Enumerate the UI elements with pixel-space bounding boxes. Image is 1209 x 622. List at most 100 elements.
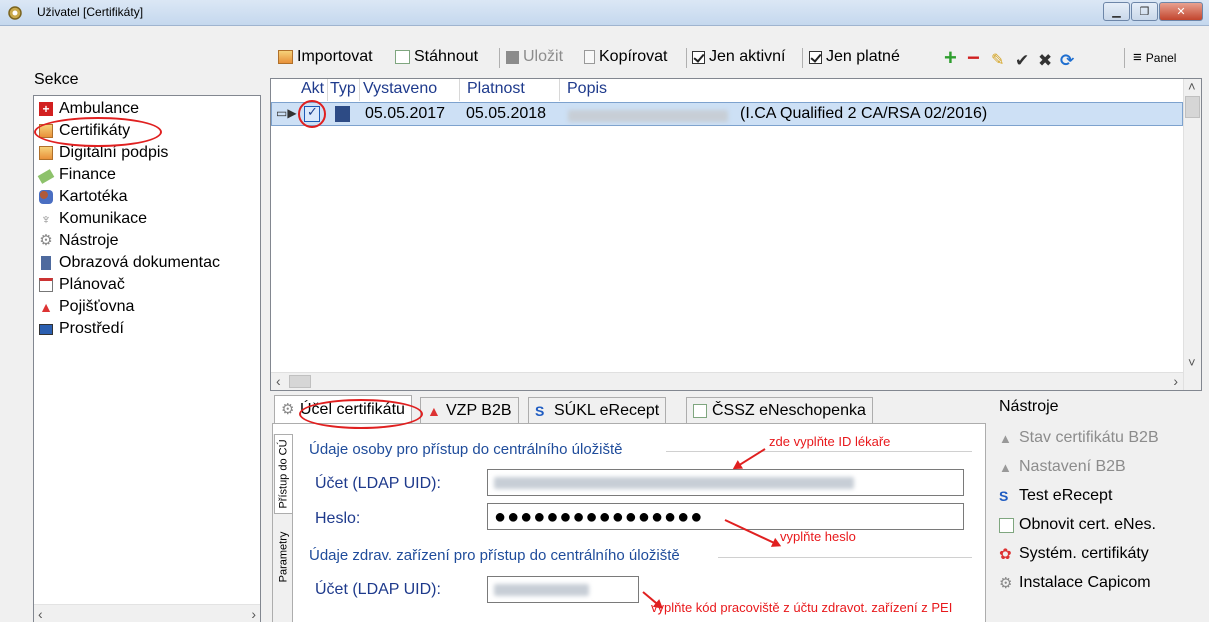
sidebar-item-label: Kartotéka xyxy=(59,188,128,205)
column-separator xyxy=(559,79,560,101)
column-separator xyxy=(459,79,460,101)
tool-instalace-capicom[interactable]: ⚙ Instalace Capicom xyxy=(999,574,1151,592)
grid-vertical-scrollbar[interactable]: ˄ ˅ xyxy=(1183,79,1201,390)
column-header-popis[interactable]: Popis xyxy=(567,80,607,98)
table-row[interactable]: ▭▶ ✓ 05.05.2017 05.05.2018 (I.CA Qualifi… xyxy=(271,102,1183,126)
ribbon-icon: ✿ xyxy=(999,545,1012,563)
sidebar-scrollbar[interactable]: ‹ › xyxy=(34,604,260,622)
restore-button[interactable]: ❐ xyxy=(1131,2,1158,21)
confirm-check-icon[interactable]: ✔ xyxy=(1015,51,1029,70)
section-title-facility: Údaje zdrav. zařízení pro přístup do cen… xyxy=(309,547,680,564)
password-field[interactable]: ●●●●●●●●●●●●●●●● xyxy=(487,503,964,530)
vtab-label: Parametry xyxy=(277,531,289,583)
vzp-icon: ▲ xyxy=(999,459,1012,475)
scroll-down-icon[interactable]: ˅ xyxy=(1188,355,1196,370)
remove-icon[interactable]: − xyxy=(967,47,980,69)
password-label: Heslo: xyxy=(315,510,361,527)
scroll-right-icon[interactable]: › xyxy=(251,606,256,622)
scroll-up-icon[interactable]: ˄ xyxy=(1188,79,1196,94)
checkbox-checked-icon xyxy=(809,50,822,64)
tool-stav-certifikatu-b2b[interactable]: ▲ Stav certifikátu B2B xyxy=(999,429,1159,447)
grid-header: Akt Typ Vystaveno Platnost Popis xyxy=(271,79,1183,101)
edit-pencil-icon[interactable]: ✎ xyxy=(991,51,1004,70)
import-button[interactable]: Importovat xyxy=(278,48,373,66)
section-title-person: Údaje osoby pro přístup do centrálního ú… xyxy=(309,441,623,458)
close-button[interactable]: ✕ xyxy=(1159,2,1203,21)
facility-account-label: Účet (LDAP UID): xyxy=(315,581,441,598)
only-valid-checkbox[interactable]: Jen platné xyxy=(809,48,900,66)
sidebar-item-nastroje[interactable]: ⚙ Nástroje xyxy=(39,230,118,252)
tool-obnovit-cert-enes[interactable]: Obnovit cert. eNes. xyxy=(999,516,1156,534)
cell-platnost: 05.05.2018 xyxy=(466,105,547,122)
gear-icon: ⚙ xyxy=(39,232,53,249)
minimize-button[interactable]: ▁ xyxy=(1103,2,1130,21)
save-label: Uložit xyxy=(523,48,564,65)
tool-system-certifikaty[interactable]: ✿ Systém. certifikáty xyxy=(999,545,1149,563)
sidebar-item-planovac[interactable]: Plánovač xyxy=(39,274,125,296)
account-field[interactable] xyxy=(487,469,964,496)
sidebar-item-komunikace[interactable]: ♆ Komunikace xyxy=(39,208,147,230)
active-checkbox[interactable]: ✓ xyxy=(304,104,320,122)
sidebar-item-prostredi[interactable]: Prostředí xyxy=(39,318,124,340)
vtab-label: Přístup do CÚ xyxy=(277,439,290,509)
tool-nastaveni-b2b[interactable]: ▲ Nastavení B2B xyxy=(999,458,1126,476)
vtab-pristup-do-cu[interactable]: Přístup do CÚ xyxy=(274,434,292,514)
sidebar-item-label: Komunikace xyxy=(59,210,148,227)
scroll-thumb[interactable] xyxy=(289,375,311,388)
import-label: Importovat xyxy=(297,48,373,65)
sidebar-item-label: Digitální podpis xyxy=(59,144,169,161)
panel-button[interactable]: ≡ Panel xyxy=(1133,50,1177,65)
cancel-x-icon[interactable]: ✖ xyxy=(1038,51,1052,70)
sidebar-item-label: Prostředí xyxy=(59,320,124,337)
download-button[interactable]: Stáhnout xyxy=(395,48,478,66)
ambulance-icon: + xyxy=(39,102,53,116)
sidebar-item-digitalni-podpis[interactable]: Digitální podpis xyxy=(39,142,168,164)
add-icon[interactable]: + xyxy=(944,47,957,69)
only-valid-label: Jen platné xyxy=(826,48,900,65)
scroll-thumb[interactable] xyxy=(1185,96,1200,118)
refresh-icon[interactable]: ⟳ xyxy=(1060,51,1074,70)
column-header-platnost[interactable]: Platnost xyxy=(467,80,525,98)
column-header-vystaveno[interactable]: Vystaveno xyxy=(363,80,437,98)
vtab-parametry[interactable]: Parametry xyxy=(274,519,292,595)
tab-ucel-certifikatu[interactable]: ⚙ Účel certifikátu xyxy=(274,395,412,423)
certificates-grid[interactable]: Akt Typ Vystaveno Platnost Popis ▭▶ ✓ 05… xyxy=(270,78,1202,391)
gear-app-icon xyxy=(8,6,22,20)
panel-label: Panel xyxy=(1145,51,1177,65)
sidebar-item-kartoteka[interactable]: Kartotéka xyxy=(39,186,127,208)
sukl-icon: S xyxy=(999,487,1009,504)
sidebar-item-pojistovna[interactable]: ▲ Pojišťovna xyxy=(39,296,134,318)
divider xyxy=(718,557,972,558)
grid-horizontal-scrollbar[interactable]: ‹ › xyxy=(271,372,1183,390)
scroll-left-icon[interactable]: ‹ xyxy=(276,373,281,389)
column-header-akt[interactable]: Akt xyxy=(301,80,324,98)
cell-vystaveno: 05.05.2017 xyxy=(365,105,446,122)
separator xyxy=(686,48,687,68)
window-title: Uživatel [Certifikáty] xyxy=(37,5,144,19)
cell-popis: (I.CA Qualified 2 CA/RSA 02/2016) xyxy=(740,105,988,122)
save-button[interactable]: Uložit xyxy=(506,48,563,66)
tab-cssz-eneschopenka[interactable]: ČSSZ eNeschopenka xyxy=(686,397,873,423)
tool-test-erecept[interactable]: S Test eRecept xyxy=(999,487,1112,505)
calendar-icon xyxy=(39,278,53,292)
tab-sukl-erecept[interactable]: S SÚKL eRecept xyxy=(528,397,667,423)
import-icon xyxy=(278,50,293,64)
copy-label: Kopírovat xyxy=(599,48,668,65)
scroll-left-icon[interactable]: ‹ xyxy=(38,606,43,622)
sidebar-item-certifikaty[interactable]: Certifikáty xyxy=(39,120,130,142)
film-icon xyxy=(41,256,51,270)
sidebar-item-finance[interactable]: Finance xyxy=(37,164,116,186)
copy-button[interactable]: Kopírovat xyxy=(584,48,667,66)
facility-account-field[interactable] xyxy=(487,576,639,603)
sidebar-item-ambulance[interactable]: + Ambulance xyxy=(39,98,139,120)
sidebar-list[interactable]: + Ambulance Certifikáty Digitální podpis… xyxy=(33,95,261,622)
checkmark-icon: ✓ xyxy=(307,104,318,119)
scroll-right-icon[interactable]: › xyxy=(1173,373,1178,389)
sidebar-item-obrazova-dokumentace[interactable]: Obrazová dokumentac xyxy=(39,252,220,274)
sukl-icon: S xyxy=(535,402,545,419)
sidebar-item-label: Finance xyxy=(59,166,116,183)
blurred-value xyxy=(494,584,589,596)
tab-vzp-b2b[interactable]: ▲ VZP B2B xyxy=(420,397,519,423)
column-header-typ[interactable]: Typ xyxy=(330,80,356,98)
only-active-checkbox[interactable]: Jen aktivní xyxy=(692,48,785,66)
